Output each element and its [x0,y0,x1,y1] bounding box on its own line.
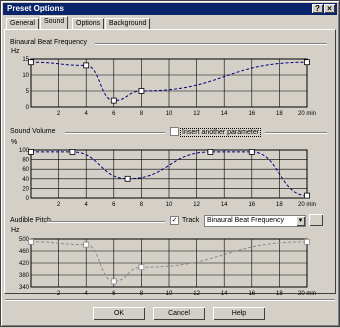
y-tick-label: 460 [19,249,30,255]
x-tick-label: 6 [112,291,116,297]
x-tick-label: 8 [140,291,144,297]
x-tick-label: 2 [57,291,61,297]
footer-divider [5,299,335,301]
x-tick-label: 16 [248,291,255,297]
control-point-handle [138,264,145,271]
tab-sound[interactable]: Sound [40,16,69,29]
x-tick-label: 4 [85,291,89,297]
y-tick-label: 380 [19,273,30,279]
x-tick-label: 20 min [298,291,316,297]
cancel-button[interactable]: Cancel [153,307,205,320]
pitch-chart: 500 460 420 380 340 2 4 6 8 10 12 14 16 18 20 min [19,237,316,297]
control-point-handle [28,238,34,245]
y-tick-label: 500 [19,237,30,243]
y-tick-label: 340 [19,285,30,291]
preset-options-dialog: Preset Options ? × General Sound Options… [0,0,340,327]
x-tick-label: 18 [276,291,283,297]
control-point-handle [304,238,310,245]
control-point-handle [83,241,90,248]
y-tick-label: 420 [19,261,30,267]
help-button[interactable]: Help [213,307,265,320]
x-tick-label: 10 [166,291,173,297]
x-tick-label: 14 [221,291,228,297]
ok-button[interactable]: OK [93,307,145,320]
control-point-handle [110,278,117,285]
x-tick-label: 12 [193,291,200,297]
